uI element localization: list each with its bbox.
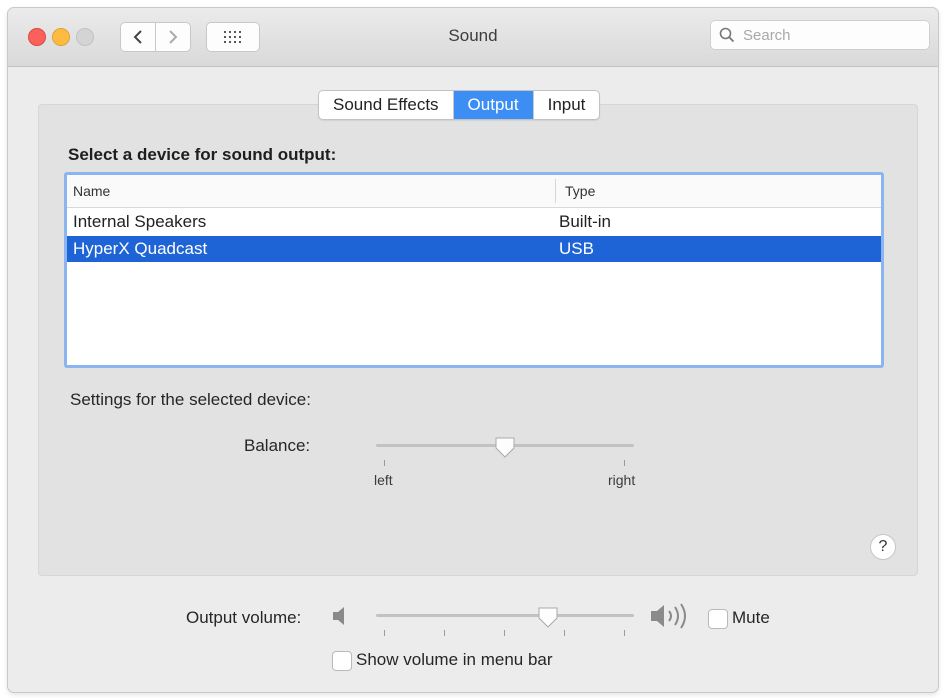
- column-header-type[interactable]: Type: [565, 183, 595, 199]
- settings-label: Settings for the selected device:: [70, 390, 311, 409]
- tab-bar: Sound Effects Output Input: [318, 90, 601, 120]
- mute-label: Mute: [732, 608, 770, 627]
- output-volume-label: Output volume:: [186, 608, 302, 627]
- help-icon: ?: [878, 538, 888, 555]
- search-field[interactable]: [710, 20, 930, 50]
- balance-right-label: right: [608, 472, 636, 488]
- speaker-high-icon: [651, 603, 686, 629]
- tab-output[interactable]: Output: [453, 91, 534, 119]
- show-volume-in-menu-bar-label: Show volume in menu bar: [356, 650, 553, 669]
- table-header: Name Type: [67, 175, 881, 208]
- tab-input[interactable]: Input: [534, 91, 600, 119]
- title-bar: Sound: [8, 8, 938, 67]
- volume-tick: [384, 630, 385, 636]
- table-row[interactable]: Internal Speakers Built-in: [67, 209, 881, 235]
- volume-tick: [564, 630, 565, 636]
- output-device-table[interactable]: Name Type Internal Speakers Built-in Hyp…: [64, 172, 884, 368]
- table-row-selected[interactable]: HyperX Quadcast USB: [67, 236, 881, 262]
- speaker-low-icon: [333, 607, 344, 625]
- search-input[interactable]: [741, 25, 925, 45]
- mute-checkbox[interactable]: [708, 609, 728, 629]
- balance-tick-left: [384, 460, 385, 466]
- balance-slider-thumb[interactable]: [494, 436, 516, 458]
- help-button[interactable]: ?: [870, 534, 896, 560]
- balance-left-label: left: [374, 472, 393, 488]
- column-divider: [555, 179, 556, 203]
- device-name: Internal Speakers: [73, 212, 207, 231]
- search-icon: [719, 27, 735, 43]
- output-volume-slider-thumb[interactable]: [537, 606, 559, 628]
- device-name: HyperX Quadcast: [73, 239, 208, 258]
- tab-sound-effects[interactable]: Sound Effects: [319, 91, 454, 119]
- volume-tick: [504, 630, 505, 636]
- show-volume-in-menu-bar-checkbox[interactable]: [332, 651, 352, 671]
- device-type: USB: [559, 239, 594, 258]
- column-header-name[interactable]: Name: [73, 183, 110, 199]
- balance-label: Balance:: [244, 436, 311, 455]
- device-type: Built-in: [559, 212, 611, 231]
- output-volume-slider[interactable]: [376, 614, 634, 617]
- volume-tick: [444, 630, 445, 636]
- volume-tick: [624, 630, 625, 636]
- sound-preferences-window: Sound Sound Effects Output Input Select …: [8, 8, 938, 692]
- output-section-title: Select a device for sound output:: [68, 145, 337, 164]
- balance-tick-right: [624, 460, 625, 466]
